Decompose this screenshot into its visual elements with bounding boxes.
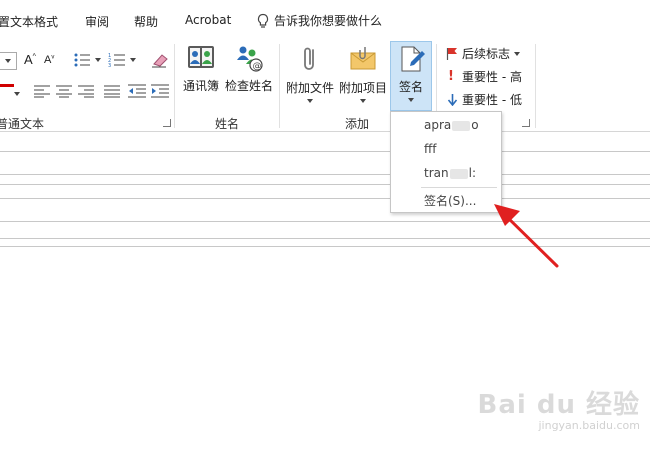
ribbon: A^ Av 1 2 3 普通文本 通讯簿 @ 检查姓名 姓名 附加文件 附加项目… <box>0 40 650 132</box>
ribbon-bottom-border <box>0 131 650 132</box>
font-size-box[interactable] <box>0 52 17 70</box>
attach-item-caret <box>360 99 366 103</box>
attach-file-label: 附加文件 <box>285 81 334 95</box>
tab-format-text[interactable]: 置文本格式 <box>0 13 58 30</box>
follow-up-button[interactable]: 后续标志 <box>446 45 521 62</box>
signature-menu-item[interactable]: apra o <box>391 113 501 137</box>
field-divider <box>0 221 650 222</box>
grow-font-icon[interactable]: A^ <box>24 52 36 67</box>
tab-acrobat[interactable]: Acrobat <box>185 13 231 27</box>
decrease-indent-icon[interactable] <box>128 83 146 99</box>
attach-item-button[interactable]: 附加项目 <box>337 44 389 103</box>
follow-up-label: 后续标志 <box>462 47 511 61</box>
svg-text:@: @ <box>253 62 262 72</box>
watermark-url: jingyan.baidu.com <box>538 419 640 432</box>
signature-button-content[interactable]: 签名 <box>390 45 432 102</box>
address-book-button[interactable]: 通讯簿 <box>180 44 222 94</box>
watermark-logo: Bai du 经验 <box>477 390 640 420</box>
flag-icon <box>446 48 457 60</box>
check-names-button[interactable]: @ 检查姓名 <box>224 44 274 94</box>
font-color-icon[interactable] <box>0 84 14 87</box>
align-center-icon[interactable] <box>56 84 72 98</box>
check-names-icon: @ <box>237 46 263 72</box>
attach-file-button[interactable]: 附加文件 <box>284 44 336 103</box>
group-label-names: 姓名 <box>215 117 240 131</box>
increase-indent-icon[interactable] <box>151 83 169 99</box>
tell-me-text: 告诉我你想要做什么 <box>274 14 383 28</box>
shrink-font-icon[interactable]: Av <box>44 54 54 66</box>
field-divider <box>0 198 650 199</box>
basic-text-launcher-icon[interactable] <box>163 119 171 127</box>
group-label-add: 添加 <box>345 117 370 131</box>
bullets-icon[interactable] <box>74 52 104 68</box>
check-names-label: 检查姓名 <box>224 79 273 93</box>
down-arrow-icon <box>447 94 458 106</box>
signature-menu-item[interactable]: fff <box>391 137 501 161</box>
follow-up-caret <box>514 51 521 56</box>
tab-review[interactable]: 审阅 <box>85 13 109 30</box>
signature-dropdown-menu: apra o fff tran l: 签名(S)... <box>390 111 502 213</box>
ribbon-tab-bar: 置文本格式 审阅 帮助 Acrobat 告诉我你想要做什么 <box>0 0 650 40</box>
exclamation-icon: ! <box>448 69 454 84</box>
align-left-icon[interactable] <box>34 84 50 98</box>
envelope-attach-icon <box>350 47 376 70</box>
address-book-icon <box>188 46 214 68</box>
cc-field[interactable] <box>0 175 650 196</box>
subject-field[interactable] <box>0 200 650 221</box>
paperclip-icon <box>304 47 314 70</box>
importance-high-button[interactable]: ! 重要性 - 高 <box>448 68 522 85</box>
field-divider <box>0 174 650 175</box>
to-field[interactable] <box>0 152 650 173</box>
signature-menu-item[interactable]: tran l: <box>391 161 501 185</box>
field-divider <box>0 151 650 152</box>
tab-help[interactable]: 帮助 <box>134 13 158 30</box>
importance-low-label: 重要性 - 低 <box>462 93 522 107</box>
numbering-icon[interactable]: 1 2 3 <box>108 52 140 68</box>
align-right-icon[interactable] <box>78 84 94 98</box>
group-label-basic-text: 普通文本 <box>0 117 45 131</box>
menu-separator <box>421 187 497 188</box>
signature-label: 签名 <box>398 80 423 94</box>
lightbulb-icon <box>257 13 269 28</box>
signature-caret <box>408 98 414 102</box>
justify-icon[interactable] <box>104 84 120 98</box>
field-divider <box>0 238 650 239</box>
field-divider <box>0 246 650 247</box>
svg-text:3: 3 <box>108 63 111 68</box>
signatures-command[interactable]: 签名(S)... <box>391 189 501 213</box>
tell-me-box[interactable]: 告诉我你想要做什么 <box>256 12 382 29</box>
signature-pen-icon <box>401 46 425 72</box>
importance-high-label: 重要性 - 高 <box>462 70 522 84</box>
clear-formatting-icon[interactable] <box>150 52 170 68</box>
field-divider <box>0 184 650 185</box>
attach-item-label: 附加项目 <box>338 81 387 95</box>
attach-file-caret <box>307 99 313 103</box>
add-launcher-icon[interactable] <box>522 119 530 127</box>
importance-low-button[interactable]: 重要性 - 低 <box>447 91 522 108</box>
watermark: Bai du 经验 jingyan.baidu.com <box>478 384 641 432</box>
font-color-caret[interactable] <box>14 92 20 96</box>
address-book-label: 通讯簿 <box>182 79 219 93</box>
